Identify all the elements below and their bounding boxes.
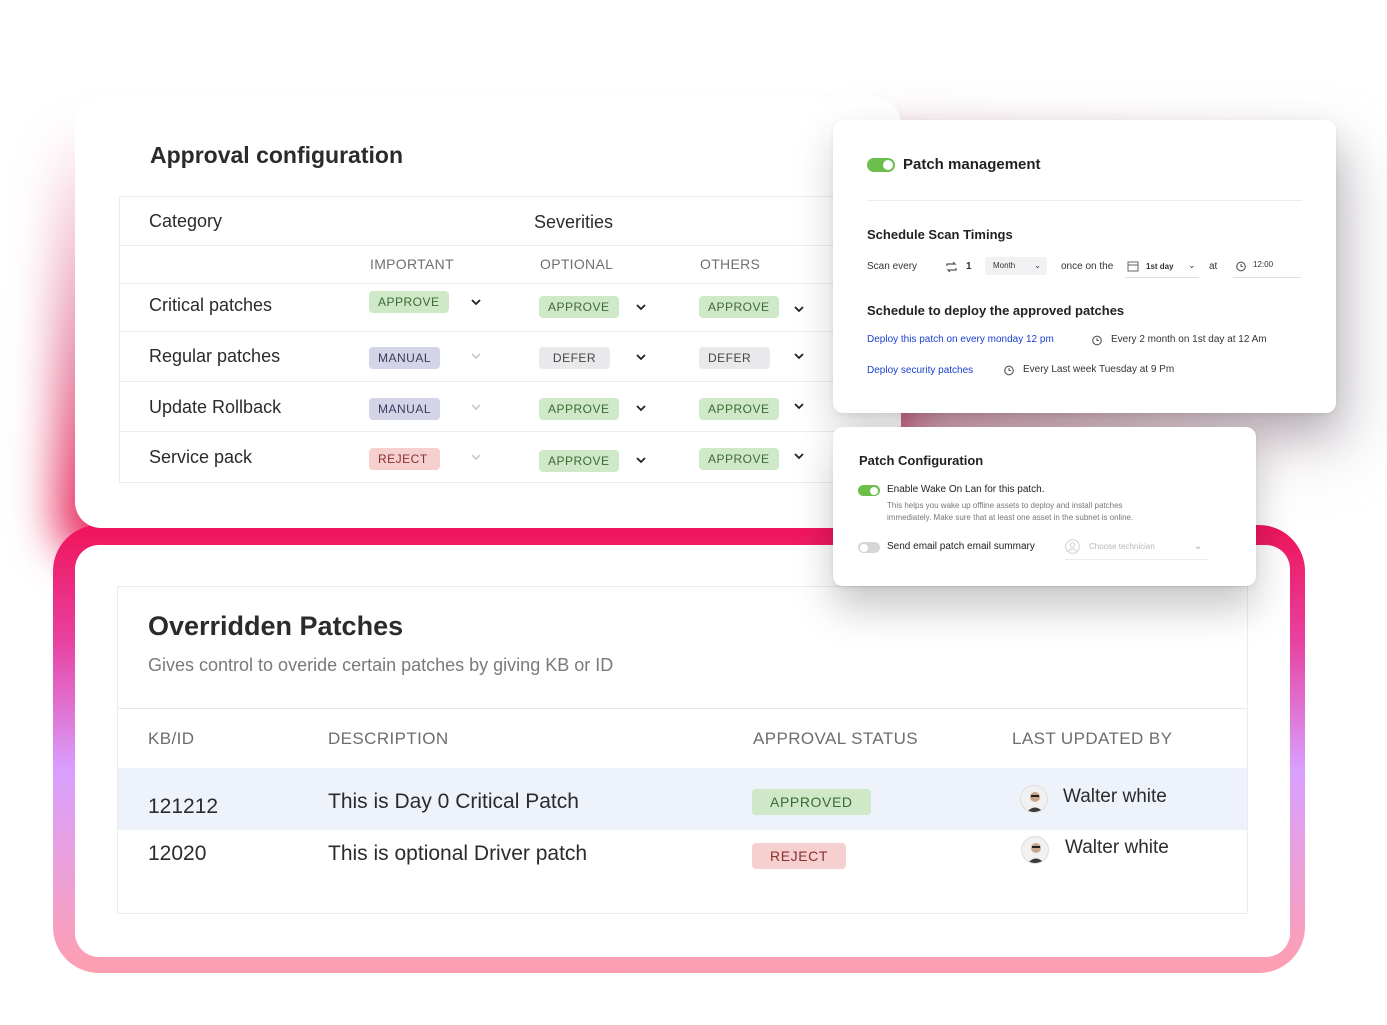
category-service-pack: Service pack: [149, 447, 253, 467]
important-approval-select[interactable]: REJECT: [369, 448, 440, 470]
approval-table: Category Severities IMPORTANT OPTIONAL O…: [119, 196, 859, 483]
avatar: [1020, 785, 1048, 813]
row-kb-id: 12020: [148, 842, 207, 865]
scan-timings-heading: Schedule Scan Timings: [867, 227, 1013, 242]
chevron-down-icon[interactable]: [469, 295, 483, 309]
deploy-link-monday[interactable]: Deploy this patch on every monday 12 pm: [867, 334, 1054, 345]
important-approval-select[interactable]: APPROVE: [369, 291, 449, 313]
chevron-down-icon[interactable]: [469, 450, 483, 464]
chevron-down-icon[interactable]: [634, 401, 648, 415]
important-approval-select[interactable]: MANUAL: [369, 347, 440, 369]
others-approval-select[interactable]: APPROVE: [699, 398, 779, 420]
deploy-schedule-monday: Every 2 month on 1st day at 12 Am: [1111, 334, 1267, 345]
at-label: at: [1209, 261, 1218, 272]
row-description: This is Day 0 Critical Patch: [328, 790, 579, 813]
approval-configuration-card: Approval configuration Category Severiti…: [75, 98, 901, 528]
column-others: OTHERS: [700, 256, 761, 272]
category-critical-patches: Critical patches: [149, 295, 273, 315]
column-approval-status: APPROVAL STATUS: [753, 729, 919, 748]
patch-management-toggle[interactable]: [867, 158, 895, 172]
email-summary-label: Send email patch email summary: [887, 541, 1035, 552]
column-important: IMPORTANT: [370, 256, 454, 272]
wake-on-lan-toggle[interactable]: [858, 485, 880, 496]
chevron-down-icon[interactable]: [792, 449, 806, 463]
chevron-down-icon[interactable]: [634, 453, 648, 467]
patch-configuration-title: Patch Configuration: [859, 453, 984, 468]
chevron-down-icon[interactable]: [469, 400, 483, 414]
overridden-table-header: KB/ID DESCRIPTION APPROVAL STATUS LAST U…: [118, 708, 1247, 770]
optional-approval-select[interactable]: DEFER: [539, 347, 610, 369]
others-approval-select[interactable]: APPROVE: [699, 296, 779, 318]
patch-management-title: Patch management: [903, 156, 1041, 173]
column-description: DESCRIPTION: [328, 729, 449, 748]
column-last-updated-by: LAST UPDATED BY: [1012, 729, 1173, 748]
deploy-heading: Schedule to deploy the approved patches: [867, 303, 1125, 318]
scan-count[interactable]: 1: [966, 261, 972, 272]
user-icon: [1065, 539, 1080, 554]
day-select[interactable]: 1st day: [1146, 262, 1174, 271]
deploy-link-security[interactable]: Deploy security patches: [867, 365, 973, 376]
alarm-clock-icon: [1236, 261, 1246, 272]
technician-select[interactable]: Choose technician: [1089, 542, 1155, 551]
status-badge: APPROVED: [752, 789, 871, 815]
patch-management-card: Patch management Schedule Scan Timings S…: [833, 120, 1336, 413]
chevron-down-icon[interactable]: ⌄: [1188, 260, 1196, 271]
avatar: [1021, 836, 1049, 864]
wake-on-lan-label: Enable Wake On Lan for this patch.: [887, 484, 1045, 495]
status-badge: REJECT: [752, 843, 847, 869]
column-optional: OPTIONAL: [540, 256, 614, 272]
approval-title: Approval configuration: [150, 142, 403, 168]
overridden-title: Overridden Patches: [148, 611, 404, 641]
row-kb-id: 121212: [148, 795, 219, 818]
optional-approval-select[interactable]: APPROVE: [539, 450, 619, 472]
repeat-icon: [946, 261, 957, 273]
scan-every-label: Scan every: [867, 261, 918, 272]
chevron-down-icon[interactable]: [634, 350, 648, 364]
email-summary-toggle[interactable]: [858, 542, 880, 553]
category-regular-patches: Regular patches: [149, 346, 281, 366]
overridden-patches-card: Overridden Patches Gives control to over…: [75, 545, 1290, 957]
scan-unit-select[interactable]: Month ⌄: [985, 257, 1047, 275]
others-approval-select[interactable]: DEFER: [699, 347, 770, 369]
chevron-down-icon[interactable]: [792, 349, 806, 363]
optional-approval-select[interactable]: APPROVE: [539, 296, 619, 318]
overridden-subtitle: Gives control to overide certain patches…: [148, 655, 614, 675]
row-updated-by: Walter white: [1063, 786, 1167, 807]
chevron-down-icon[interactable]: [469, 349, 483, 363]
row-description: This is optional Driver patch: [328, 842, 588, 865]
wake-on-lan-note-1: This helps you wake up offline assets to…: [887, 501, 1123, 510]
overridden-patches-box: Overridden Patches Gives control to over…: [117, 586, 1248, 914]
once-on-the-label: once on the: [1061, 261, 1114, 272]
column-kb-id: KB/ID: [148, 729, 195, 748]
category-update-rollback: Update Rollback: [149, 397, 282, 417]
deploy-schedule-security: Every Last week Tuesday at 9 Pm: [1023, 364, 1175, 375]
patch-configuration-card: Patch Configuration Enable Wake On Lan f…: [833, 427, 1256, 586]
optional-approval-select[interactable]: APPROVE: [539, 398, 619, 420]
chevron-down-icon[interactable]: [792, 302, 806, 316]
important-approval-select[interactable]: MANUAL: [369, 398, 440, 420]
alarm-clock-icon: [1004, 365, 1014, 376]
calendar-icon: [1127, 261, 1139, 272]
row-updated-by: Walter white: [1065, 837, 1169, 858]
header-severities: Severities: [534, 212, 614, 232]
wake-on-lan-note-2: immediately. Make sure that at least one…: [887, 513, 1134, 522]
alarm-clock-icon: [1092, 335, 1102, 346]
others-approval-select[interactable]: APPROVE: [699, 448, 779, 470]
header-category: Category: [149, 211, 223, 231]
time-input[interactable]: 12:00: [1253, 260, 1273, 269]
chevron-down-icon[interactable]: ⌄: [1194, 541, 1202, 552]
chevron-down-icon[interactable]: [792, 399, 806, 413]
chevron-down-icon[interactable]: [634, 300, 648, 314]
